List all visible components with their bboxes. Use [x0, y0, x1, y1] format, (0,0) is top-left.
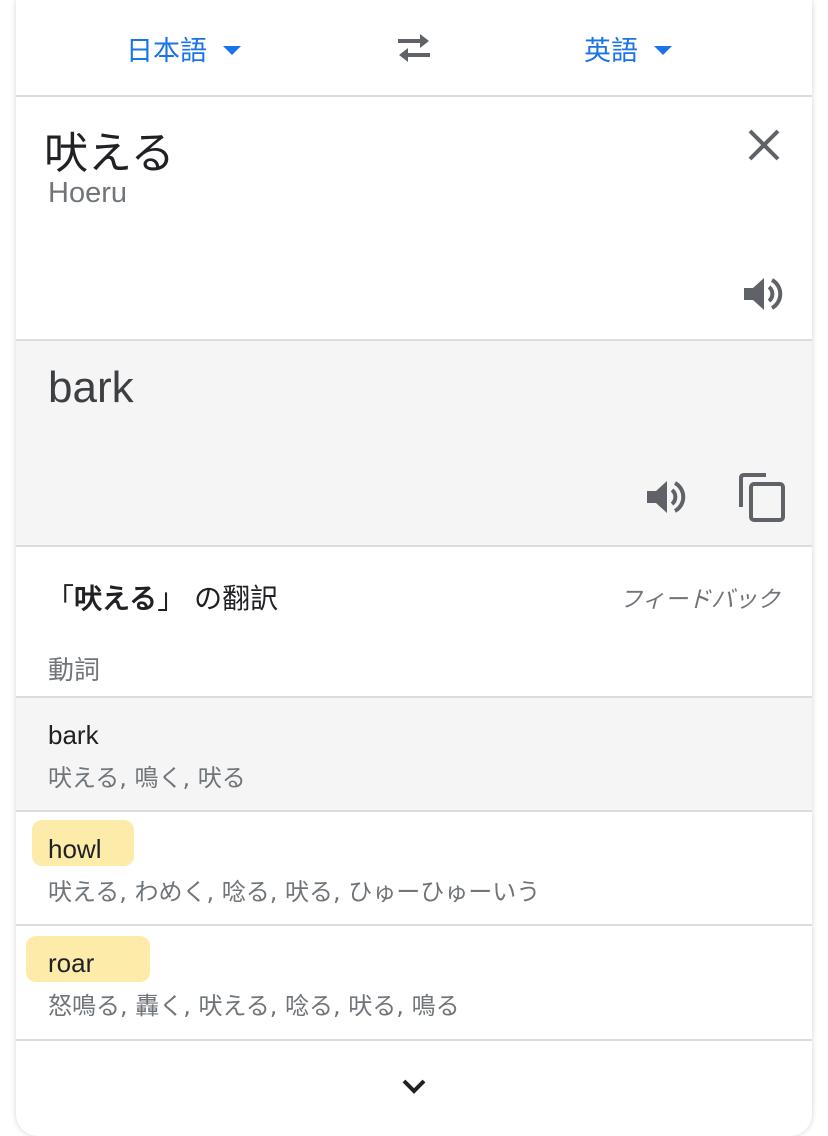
entry-synonyms: 怒鳴る, 轟く, 吠える, 唸る, 吠る, 鳴る — [48, 992, 460, 1020]
language-bar: 日本語 英語 — [16, 0, 812, 97]
source-romanization: Hoeru — [48, 177, 127, 209]
entry-synonyms: 吠える, わめく, 唸る, 吠る, ひゅーひゅーいう — [48, 878, 541, 906]
swap-arrows-icon[interactable] — [392, 30, 436, 66]
feedback-link[interactable]: フィードバック — [619, 580, 780, 614]
entry-word: bark — [48, 720, 99, 750]
source-language-selector[interactable]: 日本語 — [126, 28, 241, 68]
translation-entry[interactable]: roar 怒鳴る, 轟く, 吠える, 唸る, 吠る, 鳴る — [16, 924, 812, 1038]
speaker-icon[interactable] — [643, 474, 689, 520]
caret-down-icon — [223, 45, 241, 55]
heading-close-bracket: 」 — [157, 582, 186, 615]
copy-icon[interactable] — [738, 471, 786, 523]
heading-word: 吠える — [74, 582, 158, 615]
entry-synonyms: 吠える, 鳴く, 吠る — [48, 764, 246, 792]
source-text[interactable]: 吠える — [44, 117, 175, 181]
target-language-label: 英語 — [584, 35, 638, 67]
part-of-speech-label: 動詞 — [48, 656, 101, 686]
speaker-icon[interactable] — [740, 271, 786, 317]
source-language-label: 日本語 — [126, 35, 207, 67]
translations-heading: 「吠える」 の翻訳 — [46, 577, 278, 617]
entry-word: roar — [48, 948, 95, 978]
target-language-selector[interactable]: 英語 — [584, 28, 672, 68]
translation-text: bark — [48, 363, 134, 412]
close-icon[interactable] — [744, 125, 784, 165]
heading-suffix: の翻訳 — [185, 582, 279, 615]
source-panel: 吠える Hoeru — [16, 97, 812, 341]
translate-card: 日本語 英語 吠える Hoeru bark 「吠える」 の翻訳 フィードバック … — [16, 0, 812, 1136]
translation-entry[interactable]: bark 吠える, 鳴く, 吠る — [16, 696, 812, 810]
expand-bar — [16, 1039, 812, 1136]
chevron-down-icon[interactable] — [399, 1075, 429, 1097]
caret-down-icon — [654, 45, 672, 55]
translation-entry[interactable]: howl 吠える, わめく, 唸る, 吠る, ひゅーひゅーいう — [16, 810, 812, 924]
entry-word: howl — [48, 834, 102, 864]
heading-open-bracket: 「 — [46, 582, 75, 615]
translation-panel: bark — [16, 341, 812, 547]
